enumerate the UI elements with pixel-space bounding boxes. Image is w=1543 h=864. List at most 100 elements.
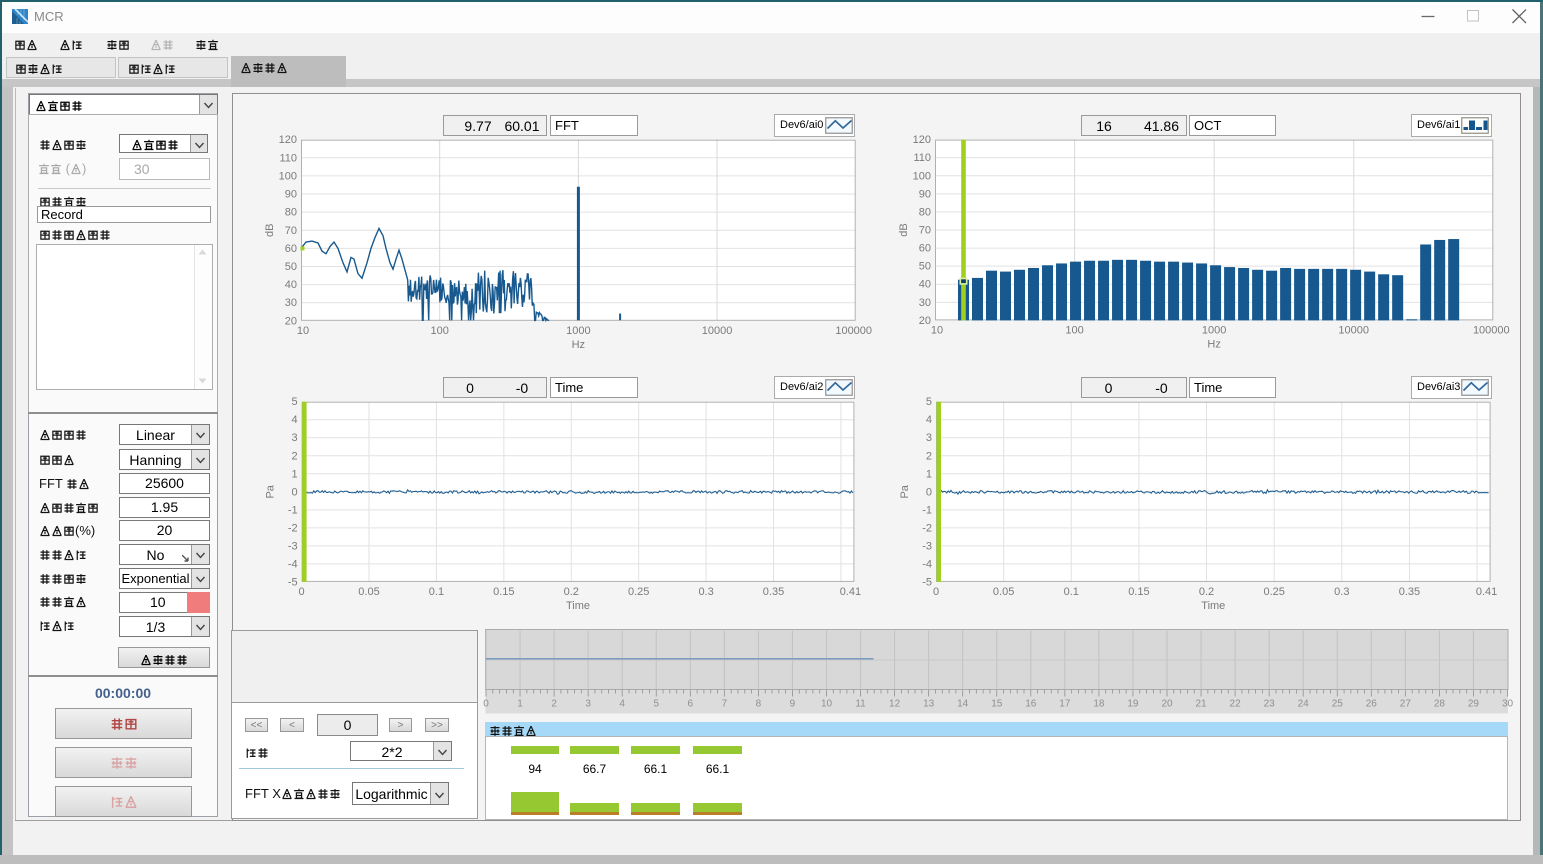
- svg-text:50: 50: [919, 261, 931, 273]
- svg-text:40: 40: [285, 279, 297, 291]
- svg-text:1: 1: [517, 699, 523, 710]
- svg-text:0.1: 0.1: [429, 586, 444, 598]
- svg-text:25: 25: [1332, 699, 1344, 710]
- svg-text:24: 24: [1298, 699, 1310, 710]
- svg-text:90: 90: [285, 189, 297, 201]
- svg-text:0.15: 0.15: [1128, 586, 1149, 598]
- svg-text:100000: 100000: [835, 325, 872, 337]
- svg-text:120: 120: [913, 134, 931, 146]
- svg-text:90: 90: [919, 188, 931, 200]
- svg-text:5: 5: [926, 396, 932, 408]
- svg-text:0: 0: [291, 486, 297, 498]
- svg-text:1: 1: [926, 468, 932, 480]
- svg-text:1: 1: [291, 468, 297, 480]
- svg-text:20: 20: [1161, 699, 1173, 710]
- svg-text:10: 10: [931, 324, 943, 336]
- svg-text:120: 120: [279, 134, 297, 146]
- svg-text:0.41: 0.41: [840, 586, 861, 598]
- svg-text:80: 80: [285, 207, 297, 219]
- svg-text:10: 10: [297, 325, 309, 337]
- svg-text:100000: 100000: [1473, 324, 1510, 336]
- svg-text:100: 100: [1065, 324, 1083, 336]
- svg-text:8: 8: [756, 699, 762, 710]
- svg-text:10000: 10000: [1338, 324, 1369, 336]
- svg-text:10000: 10000: [702, 325, 733, 337]
- svg-text:60: 60: [285, 243, 297, 255]
- svg-text:2: 2: [926, 450, 932, 462]
- svg-text:5: 5: [291, 396, 297, 408]
- svg-text:0: 0: [483, 699, 489, 710]
- svg-text:3: 3: [926, 432, 932, 444]
- svg-text:12: 12: [889, 699, 901, 710]
- svg-text:30: 30: [285, 297, 297, 309]
- svg-text:80: 80: [919, 206, 931, 218]
- svg-text:40: 40: [919, 279, 931, 291]
- svg-text:0.15: 0.15: [493, 586, 514, 598]
- svg-text:50: 50: [285, 261, 297, 273]
- svg-text:29: 29: [1468, 699, 1480, 710]
- svg-text:4: 4: [619, 699, 625, 710]
- svg-text:-2: -2: [288, 522, 298, 534]
- svg-text:23: 23: [1264, 699, 1276, 710]
- svg-text:30: 30: [1502, 699, 1514, 710]
- svg-text:0.1: 0.1: [1064, 586, 1079, 598]
- svg-text:0.25: 0.25: [628, 586, 649, 598]
- svg-text:2: 2: [551, 699, 557, 710]
- svg-text:60: 60: [919, 243, 931, 255]
- svg-text:100: 100: [913, 170, 931, 182]
- svg-text:0.25: 0.25: [1263, 586, 1284, 598]
- svg-text:4: 4: [926, 414, 932, 426]
- svg-text:20: 20: [919, 315, 931, 327]
- svg-text:17: 17: [1059, 699, 1071, 710]
- svg-text:15: 15: [991, 699, 1003, 710]
- svg-text:4: 4: [291, 414, 297, 426]
- svg-text:18: 18: [1093, 699, 1105, 710]
- svg-text:13: 13: [923, 699, 935, 710]
- svg-text:0.05: 0.05: [358, 586, 379, 598]
- svg-text:110: 110: [913, 152, 931, 164]
- svg-text:19: 19: [1127, 699, 1139, 710]
- svg-text:-4: -4: [288, 558, 298, 570]
- svg-text:0.3: 0.3: [1334, 586, 1349, 598]
- svg-text:dB: dB: [264, 224, 276, 237]
- svg-text:0: 0: [933, 586, 939, 598]
- svg-text:11: 11: [855, 699, 866, 710]
- svg-text:100: 100: [430, 325, 448, 337]
- svg-text:9: 9: [790, 699, 796, 710]
- svg-text:20: 20: [285, 315, 297, 327]
- svg-text:0: 0: [926, 486, 932, 498]
- svg-text:21: 21: [1195, 699, 1207, 710]
- svg-text:0.2: 0.2: [1199, 586, 1214, 598]
- svg-text:7: 7: [722, 699, 728, 710]
- svg-text:110: 110: [279, 152, 297, 164]
- svg-text:-3: -3: [288, 540, 298, 552]
- svg-text:70: 70: [285, 225, 297, 237]
- svg-text:2: 2: [291, 450, 297, 462]
- svg-text:1000: 1000: [566, 325, 590, 337]
- svg-text:-5: -5: [288, 576, 298, 588]
- svg-text:28: 28: [1434, 699, 1446, 710]
- svg-text:-4: -4: [922, 558, 932, 570]
- svg-text:6: 6: [688, 699, 694, 710]
- svg-text:5: 5: [653, 699, 659, 710]
- svg-text:0.05: 0.05: [993, 586, 1014, 598]
- svg-text:0.35: 0.35: [1399, 586, 1420, 598]
- svg-text:26: 26: [1366, 699, 1378, 710]
- svg-text:Pa: Pa: [899, 484, 911, 498]
- svg-text:1000: 1000: [1202, 324, 1226, 336]
- svg-text:0.41: 0.41: [1476, 586, 1497, 598]
- svg-text:Pa: Pa: [265, 484, 277, 498]
- svg-text:-3: -3: [922, 540, 932, 552]
- svg-text:100: 100: [279, 170, 297, 182]
- svg-text:16: 16: [1025, 699, 1037, 710]
- svg-text:Hz: Hz: [1207, 338, 1220, 350]
- svg-text:30: 30: [919, 297, 931, 309]
- svg-text:Time: Time: [566, 600, 590, 612]
- svg-text:3: 3: [585, 699, 591, 710]
- svg-text:22: 22: [1230, 699, 1242, 710]
- svg-text:27: 27: [1400, 699, 1412, 710]
- svg-text:70: 70: [919, 225, 931, 237]
- svg-text:0.35: 0.35: [763, 586, 784, 598]
- svg-text:14: 14: [957, 699, 969, 710]
- svg-text:0: 0: [299, 586, 305, 598]
